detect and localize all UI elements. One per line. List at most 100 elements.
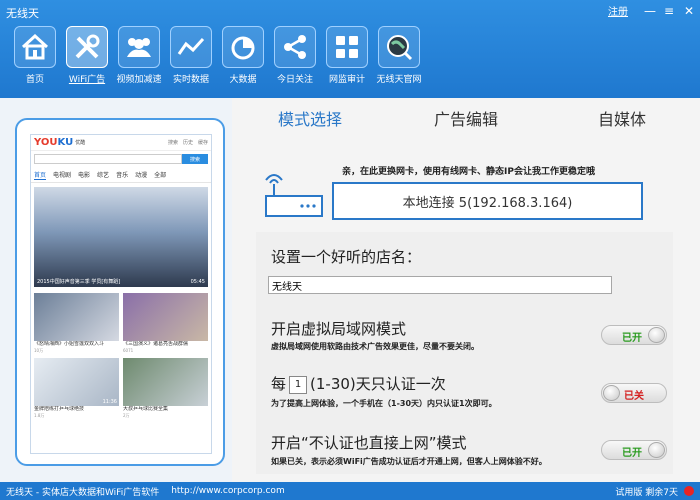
phone-preview: YOUKU 优酷 搜索 历史 缓存 搜索 首页 电视剧 电影 综艺 音乐 动漫 …: [15, 118, 225, 466]
no-auth-desc: 如果已关，表示必须WiFi广告成功认证后才开通上网，但客人上网体验不好。: [271, 457, 547, 466]
globe-icon: [378, 26, 420, 68]
video-thumb: 《怒晴湘西》小姐雪莲双双入斗 10万: [34, 293, 119, 354]
tool-net-audit[interactable]: 网监审计: [322, 26, 372, 85]
share-icon: [274, 26, 316, 68]
menu-icon[interactable]: ≡: [664, 4, 674, 18]
thumb-title: 《怒晴湘西》小姐雪莲双双入斗: [34, 341, 105, 347]
minimize-icon[interactable]: —: [644, 4, 656, 18]
grid-icon: [326, 26, 368, 68]
youku-nav-item: 电视剧: [53, 172, 72, 179]
toggle-state: 已关: [624, 391, 644, 402]
no-auth-title: 开启“不认证也直接上网”模式: [271, 434, 467, 452]
auth-days-desc: 为了提高上网体验，一个手机在（1-30天）内只认证1次即可。: [271, 399, 497, 408]
tool-official-site[interactable]: 无线天官网: [374, 26, 424, 85]
tab-ad-edit[interactable]: 广告编辑: [388, 100, 544, 140]
trial-status: 试用版 剩余7天: [615, 487, 678, 498]
tool-today-focus[interactable]: 今日关注: [270, 26, 320, 85]
tool-label: 今日关注: [276, 75, 313, 85]
phone-screen: YOUKU 优酷 搜索 历史 缓存 搜索 首页 电视剧 电影 综艺 音乐 动漫 …: [30, 134, 212, 454]
youku-search-box: [34, 154, 182, 164]
thumb-stats: 10万: [34, 348, 44, 353]
tool-label: 无线天官网: [376, 75, 422, 85]
youku-header: YOUKU 优酷 搜索 历史 缓存: [31, 135, 211, 151]
tool-label: 实时数据: [172, 75, 209, 85]
toggle-state: 已开: [622, 448, 642, 459]
auth-days-input[interactable]: 1: [289, 376, 308, 394]
youku-nav-item: 综艺: [97, 172, 110, 179]
toggle-state: 已开: [622, 333, 642, 344]
youku-search: 搜索: [34, 154, 208, 164]
tab-self-media[interactable]: 自媒体: [544, 100, 700, 140]
virtual-lan-desc: 虚拟局域网使用软路由技术广告效果更佳，尽量不要关闭。: [271, 342, 479, 351]
youku-history-icon: 历史: [182, 140, 193, 146]
youku-header-icons: 搜索 历史 缓存: [168, 139, 208, 146]
thumb-duration: 11:36: [102, 399, 117, 405]
virtual-lan-title: 开启虚拟局域网模式: [271, 320, 407, 338]
tab-mode-select[interactable]: 模式选择: [232, 100, 388, 140]
auth-days-title: 每 1 (1-30)天只认证一次: [271, 375, 446, 394]
mode-tabs: 模式选择 广告编辑 自媒体: [232, 100, 700, 140]
toggle-knob: [648, 327, 665, 343]
users-icon: [118, 26, 160, 68]
thumb-stats: 1.8万: [34, 413, 45, 418]
website-link[interactable]: http://www.corpcorp.com: [171, 486, 285, 496]
line-chart-icon: [170, 26, 212, 68]
youku-search-icon: 搜索: [167, 140, 178, 146]
close-icon[interactable]: ✕: [684, 4, 694, 18]
thumb-image: [123, 358, 208, 406]
router-icon: [265, 174, 323, 217]
pie-chart-icon: [222, 26, 264, 68]
youku-nav-item: 首页: [34, 172, 47, 180]
tool-video-speed[interactable]: 视频加减速: [114, 26, 164, 85]
window-controls: 注册 — ≡ ✕: [608, 3, 694, 19]
tool-label: 首页: [25, 75, 44, 85]
hero-duration: 05:45: [190, 279, 205, 285]
youku-nav-item: 动漫: [135, 172, 148, 179]
youku-nav: 首页 电视剧 电影 综艺 音乐 动漫 全部: [31, 167, 211, 183]
tool-label: WiFi广告: [68, 75, 106, 85]
thumb-image: [123, 293, 208, 341]
video-thumb: 11:36 金牌陪练打乒乓球绝技 1.8万: [34, 358, 119, 419]
tool-label: 视频加减速: [116, 75, 162, 85]
virtual-lan-toggle[interactable]: 已开: [601, 325, 667, 345]
tool-wifi-ad[interactable]: WiFi广告: [62, 26, 112, 85]
title-bar: 无线天 注册 — ≡ ✕ 首页 WiFi广告 视频加减速 实时数据 大数据 今日…: [0, 0, 700, 98]
tool-label: 网监审计: [328, 75, 365, 85]
tool-big-data[interactable]: 大数据: [218, 26, 268, 85]
app-title: 无线天: [6, 7, 39, 20]
auth-days-toggle[interactable]: 已关: [601, 383, 667, 403]
youku-nav-item: 电影: [78, 172, 91, 179]
tool-home[interactable]: 首页: [10, 26, 60, 85]
network-notice: 亲，在此更换网卡，使用有线网卡、静态IP会让我工作更稳定哦: [342, 167, 595, 177]
network-adapter-select[interactable]: 本地连接 5(192.168.3.164): [332, 182, 643, 220]
tool-realtime-data[interactable]: 实时数据: [166, 26, 216, 85]
shop-name-input[interactable]: [268, 276, 612, 294]
thumb-stats: 6071: [123, 348, 134, 353]
video-thumb: 大叔乒乓球比赛全集 2万: [123, 358, 208, 419]
register-link[interactable]: 注册: [608, 3, 628, 18]
no-auth-toggle[interactable]: 已开: [601, 440, 667, 460]
toggle-knob: [603, 385, 620, 401]
thumb-stats: 2万: [123, 413, 130, 418]
shop-name-label: 设置一个好听的店名：: [271, 248, 422, 266]
status-bar: 无线天 - 实体店大数据和WiFi广告软件 http://www.corpcor…: [0, 482, 700, 500]
thumb-image: [34, 293, 119, 341]
youku-cache-icon: 缓存: [197, 140, 208, 146]
thumb-image: 11:36: [34, 358, 119, 406]
youku-nav-item: 音乐: [116, 172, 129, 179]
home-icon: [14, 26, 56, 68]
tools-icon: [66, 26, 108, 68]
thumb-title: 大叔乒乓球比赛全集: [123, 406, 169, 412]
network-card-row: 亲，在此更换网卡，使用有线网卡、静态IP会让我工作更稳定哦 本地连接 5(192…: [262, 160, 682, 226]
toggle-knob: [648, 442, 665, 458]
video-thumbs: 《怒晴湘西》小姐雪莲双双入斗 10万 《三国演义》诸葛亮舌战群儒 6071 11…: [34, 293, 208, 419]
hero-caption: 2015中国好声音第三季 学员[有舞蹈]: [37, 279, 121, 285]
video-thumb: 《三国演义》诸葛亮舌战群儒 6071: [123, 293, 208, 354]
youku-nav-item: 全部: [154, 172, 167, 179]
youku-search-button: 搜索: [182, 154, 208, 164]
hero-image: 2015中国好声音第三季 学员[有舞蹈] 05:45: [34, 187, 208, 287]
thumb-title: 《三国演义》诸葛亮舌战群儒: [123, 341, 189, 347]
status-text: 无线天 - 实体店大数据和WiFi广告软件: [6, 487, 160, 498]
status-dot-icon: [684, 486, 694, 496]
thumb-title: 金牌陪练打乒乓球绝技: [34, 406, 85, 412]
